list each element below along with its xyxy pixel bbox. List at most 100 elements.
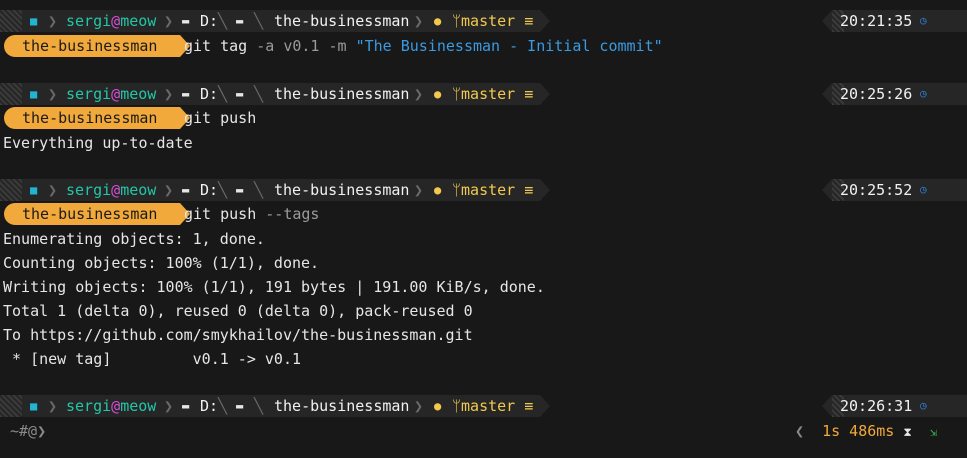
prompt-pill: the-businessman — [4, 35, 190, 57]
clock-icon: ◷ — [920, 183, 927, 196]
git-status: ≡ — [524, 397, 534, 415]
git-branch: ᛘmaster ≡ — [452, 397, 534, 415]
path-drive: D: — [200, 10, 218, 32]
bar-pattern — [0, 83, 22, 105]
at-sign: @ — [111, 12, 121, 30]
separator: ╲ — [254, 85, 264, 103]
git-branch: ᛘmaster ≡ — [452, 181, 534, 199]
terminal[interactable]: ■ ❯ sergi@meow ❯ ▬ D: ╲ ▬ ╲ the-business… — [0, 0, 967, 458]
prompt-bar: ■ ❯ sergi@meow ❯ ▬ D: ╲ ▬ ╲ the-business… — [0, 83, 550, 105]
prompt-bar: ■ ❯ sergi@meow ❯ ▬ D: ╲ ▬ ╲ the-business… — [0, 10, 550, 32]
output-line: Enumerating objects: 1, done. — [3, 230, 265, 248]
windows-icon: ■ — [30, 183, 38, 197]
separator: ❯ — [48, 397, 58, 415]
folder-icon: ▬ — [182, 183, 190, 197]
separator: ❯ — [48, 12, 58, 30]
timestamp: 20:25:26 — [840, 85, 913, 103]
timestamp: 20:26:31 — [840, 397, 913, 415]
prompt-pill: the-businessman — [4, 107, 190, 129]
separator: ❯ — [164, 181, 174, 199]
separator: ╲ — [218, 12, 228, 30]
time-bar: 20:26:31 ◷ — [822, 395, 967, 417]
command-line: git tag -a v0.1 -m "The Businessman - In… — [184, 35, 663, 57]
folder-icon: ▬ — [236, 14, 244, 28]
path-dir: the-businessman — [274, 395, 409, 417]
bar-pattern — [0, 179, 22, 201]
user-host: sergi@meow — [66, 395, 156, 417]
branch-name: master — [461, 85, 516, 103]
folder-icon: ▬ — [236, 183, 244, 197]
command-args: --tags — [256, 205, 320, 223]
host-name: meow — [120, 85, 157, 103]
path-drive: D: — [200, 395, 218, 417]
prompt-bar: ■ ❯ sergi@meow ❯ ▬ D: ╲ ▬ ╲ the-business… — [0, 179, 550, 201]
command: git push — [184, 205, 257, 223]
separator: ╲ — [218, 181, 228, 199]
user-name: sergi — [66, 397, 112, 415]
folder-icon: ▬ — [236, 399, 244, 413]
path-drive: D: — [200, 83, 218, 105]
separator: ╲ — [254, 12, 264, 30]
separator: ❯ — [164, 12, 174, 30]
output-line: Total 1 (delta 0), reused 0 (delta 0), p… — [3, 302, 473, 320]
output-line: Writing objects: 100% (1/1), 191 bytes |… — [3, 278, 545, 296]
git-branch: ᛘmaster ≡ — [452, 12, 534, 30]
separator: ╲ — [254, 181, 264, 199]
separator: ❯ — [414, 397, 424, 415]
path-dir: the-businessman — [274, 83, 409, 105]
user-host: sergi@meow — [66, 10, 156, 32]
git-status: ≡ — [524, 12, 534, 30]
separator: ╲ — [218, 85, 228, 103]
output-line: Everything up-to-date — [3, 134, 193, 152]
branch-name: master — [461, 12, 516, 30]
separator: ❯ — [164, 85, 174, 103]
user-name: sergi — [66, 12, 112, 30]
user-host: sergi@meow — [66, 179, 156, 201]
folder-icon: ▬ — [236, 87, 244, 101]
time-bar: 20:21:35 ◷ — [822, 10, 967, 32]
at-sign: @ — [111, 85, 121, 103]
folder-icon: ▬ — [182, 87, 190, 101]
output-line[interactable]: To https://github.com/smykhailov/the-bus… — [3, 323, 473, 347]
user-name: sergi — [66, 181, 112, 199]
separator: ❯ — [414, 181, 424, 199]
github-icon: ● — [434, 183, 442, 197]
output-line: Counting objects: 100% (1/1), done. — [3, 254, 320, 272]
input-prompt[interactable]: ~#@❯ — [10, 420, 46, 442]
git-branch: ᛘmaster ≡ — [452, 85, 534, 103]
separator: ╲ — [254, 397, 264, 415]
chevron-left-icon: ❮ — [795, 422, 805, 440]
host-name: meow — [120, 181, 157, 199]
github-icon: ● — [434, 14, 442, 28]
timestamp: 20:25:52 — [840, 181, 913, 199]
at-sign: @ — [111, 181, 121, 199]
separator: ❯ — [414, 85, 424, 103]
command: git tag — [184, 37, 248, 55]
folder-icon: ▬ — [182, 14, 190, 28]
separator: ❯ — [414, 12, 424, 30]
command-string: "The Businessman - Initial commit" — [355, 37, 663, 55]
exit-status-icon: ⇲ — [929, 425, 938, 439]
command-line: git push — [184, 107, 256, 129]
github-icon: ● — [434, 399, 442, 413]
user-name: sergi — [66, 85, 112, 103]
bar-pattern — [0, 395, 22, 417]
prompt-bar: ■ ❯ sergi@meow ❯ ▬ D: ╲ ▬ ╲ the-business… — [0, 395, 550, 417]
separator: ╲ — [218, 397, 228, 415]
command-line: git push --tags — [184, 203, 319, 225]
time-bar: 20:25:26 ◷ — [822, 83, 967, 105]
separator: ❯ — [164, 397, 174, 415]
command: git push — [184, 109, 257, 127]
timestamp: 20:21:35 — [840, 12, 913, 30]
hourglass-icon: ⧗ — [903, 425, 912, 439]
time-bar: 20:25:52 ◷ — [822, 179, 967, 201]
path-dir: the-businessman — [274, 179, 409, 201]
path-drive: D: — [200, 179, 218, 201]
windows-icon: ■ — [30, 87, 38, 101]
github-icon: ● — [434, 87, 442, 101]
branch-name: master — [461, 397, 516, 415]
git-status: ≡ — [524, 85, 534, 103]
separator: ❯ — [48, 85, 58, 103]
folder-icon: ▬ — [182, 399, 190, 413]
clock-icon: ◷ — [920, 87, 927, 100]
